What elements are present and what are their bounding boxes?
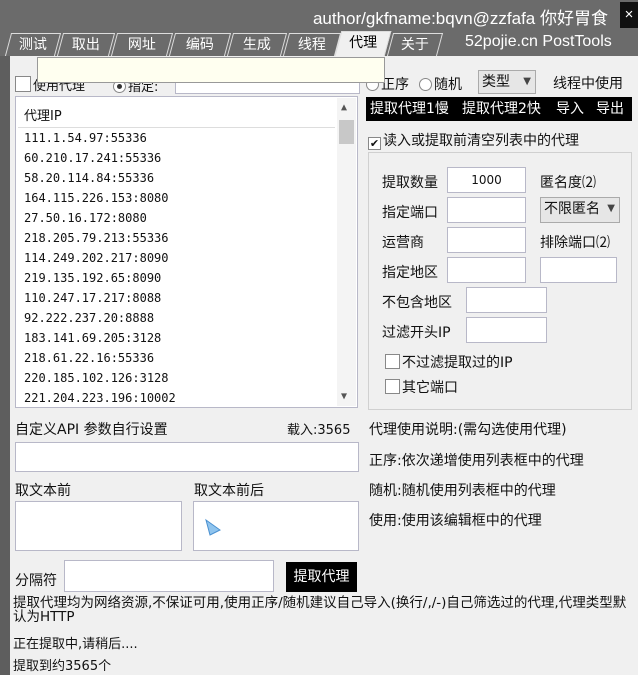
type-select[interactable]: 类型 ▼ <box>478 70 536 94</box>
random-label: 随机 <box>434 77 462 93</box>
list-item[interactable]: 164.115.226.153:8080 <box>24 191 169 205</box>
action-bar: 提取代理1慢 提取代理2快 导入 导出 <box>366 97 632 121</box>
count-label: 提取数量 <box>382 175 438 191</box>
list-item[interactable]: 60.210.17.241:55336 <box>24 151 161 165</box>
before-text-label: 取文本前 <box>15 483 71 499</box>
list-item[interactable]: 218.205.79.213:55336 <box>24 231 169 245</box>
tab-encode[interactable]: 编码 <box>168 33 232 56</box>
scrollbar[interactable]: ▲ ▼ <box>337 98 356 406</box>
loaded-count: 载入:3565 <box>287 423 351 438</box>
api-url-input[interactable] <box>15 442 359 472</box>
fetch-proxy-2-button[interactable]: 提取代理2快 <box>462 97 541 121</box>
tab-label: 编码 <box>185 37 214 53</box>
help-random: 随机:随机使用列表框中的代理 <box>369 483 556 499</box>
tab-label: 测试 <box>18 37 47 53</box>
status-text: 正在提取中,请稍后.... <box>13 637 138 652</box>
tab-label: 取出 <box>71 37 100 53</box>
anonymity-select-value: 不限匿名 <box>544 201 600 217</box>
proxy-list-header: 代理IP <box>24 109 62 124</box>
chevron-down-icon: ▼ <box>523 76 531 87</box>
tab-generate[interactable]: 生成 <box>226 33 288 56</box>
tab-thread[interactable]: 线程 <box>282 33 342 56</box>
api-label: 自定义API 参数自行设置 <box>15 422 168 438</box>
proxy-list[interactable]: 代理IP 111.1.54.97:55336 60.210.17.241:553… <box>15 96 358 408</box>
no-filter-label: 不过滤提取过的IP <box>402 355 513 371</box>
fetch-proxy-1-button[interactable]: 提取代理1慢 <box>370 97 449 121</box>
tab-label: 代理 <box>349 35 378 51</box>
thread-use-label: 线程中使用 <box>553 76 623 92</box>
order-label: 正序 <box>381 77 409 93</box>
isp-label: 运营商 <box>382 235 424 251</box>
list-item[interactable]: 114.249.202.217:8090 <box>24 251 169 265</box>
site-label: 52pojie.cn PostTools <box>465 33 612 50</box>
clear-before-label: 读入或提取前清空列表中的代理 <box>383 133 579 149</box>
help-title: 代理使用说明:(需勾选使用代理) <box>369 422 567 438</box>
filter-ip-input[interactable] <box>466 317 547 343</box>
exclude-port-input[interactable] <box>540 257 617 283</box>
list-item[interactable]: 110.247.17.217:8088 <box>24 291 161 305</box>
help-use: 使用:使用该编辑框中的代理 <box>369 513 542 529</box>
help-order: 正序:依次递增使用列表框中的代理 <box>369 453 584 469</box>
no-filter-checkbox[interactable]: 不过滤提取过的IP <box>385 352 513 372</box>
after-text-label: 取文本前后 <box>194 483 264 499</box>
list-item[interactable]: 219.135.192.65:8090 <box>24 271 161 285</box>
list-item[interactable]: 218.61.22.16:55336 <box>24 351 154 365</box>
port-input[interactable] <box>447 197 526 223</box>
list-item[interactable]: 183.141.69.205:3128 <box>24 331 161 345</box>
close-button[interactable]: × <box>620 2 638 28</box>
anonymity-label: 匿名度⑵ <box>540 175 596 191</box>
tab-url[interactable]: 网址 <box>110 33 174 56</box>
import-button[interactable]: 导入 <box>556 97 584 121</box>
tab-label: 网址 <box>127 37 156 53</box>
after-text-input[interactable] <box>193 501 359 551</box>
count-input[interactable]: 1000 <box>447 167 526 193</box>
tab-test[interactable]: 测试 <box>4 33 62 56</box>
separator-input[interactable] <box>64 560 274 592</box>
other-port-label: 其它端口 <box>402 380 458 396</box>
scrollbar-thumb[interactable] <box>339 120 354 144</box>
other-port-checkbox[interactable]: 其它端口 <box>385 377 458 397</box>
tab-bar: 测试 取出 网址 编码 生成 线程 代理 关于 52pojie.cn PostT… <box>0 30 638 56</box>
before-text-input[interactable] <box>15 501 182 551</box>
scroll-up-icon[interactable]: ▲ <box>341 102 347 113</box>
list-item[interactable]: 92.222.237.20:8888 <box>24 311 154 325</box>
export-button[interactable]: 导出 <box>596 97 624 121</box>
cursor-icon <box>205 518 221 536</box>
chevron-down-icon: ▼ <box>607 203 615 214</box>
list-item[interactable]: 220.185.102.126:3128 <box>24 371 169 385</box>
anonymity-select[interactable]: 不限匿名 ▼ <box>540 197 620 223</box>
region-input[interactable] <box>447 257 526 283</box>
list-item[interactable]: 111.1.54.97:55336 <box>24 131 147 145</box>
tab-label: 关于 <box>400 37 429 53</box>
list-item[interactable]: 58.20.114.84:55336 <box>24 171 154 185</box>
separator-label: 分隔符 <box>15 573 57 589</box>
fetch-proxy-button[interactable]: 提取代理 <box>286 562 357 592</box>
port-label: 指定端口 <box>382 205 438 221</box>
tab-label: 生成 <box>242 37 271 53</box>
exclude-region-label: 不包含地区 <box>382 295 452 311</box>
scroll-down-icon[interactable]: ▼ <box>341 391 347 402</box>
title-bar: author/gkfname:bqvn@zzfafa 你好胃食 × <box>0 0 638 30</box>
tooltip <box>37 57 385 83</box>
window-title: author/gkfname:bqvn@zzfafa 你好胃食 <box>312 9 608 28</box>
isp-input[interactable] <box>447 227 526 253</box>
clear-before-checkbox[interactable]: ✔ 读入或提取前清空列表中的代理 <box>368 130 579 150</box>
filter-ip-label: 过滤开头IP <box>382 325 451 341</box>
tab-about[interactable]: 关于 <box>386 33 444 56</box>
tab-proxy[interactable]: 代理 <box>334 31 392 56</box>
disclaimer-text: 提取代理均为网络资源,不保证可用,使用正序/随机建议自己导入(换行/,/-)自己… <box>13 595 627 625</box>
exclude-port-label: 排除端口⑵ <box>540 235 610 251</box>
type-select-value: 类型 <box>482 74 510 90</box>
result-text: 提取到约3565个 <box>13 659 112 674</box>
exclude-region-input[interactable] <box>466 287 547 313</box>
list-item[interactable]: 221.204.223.196:10002 <box>24 391 176 405</box>
random-radio[interactable]: 随机 <box>419 74 462 94</box>
tab-extract[interactable]: 取出 <box>56 33 116 56</box>
tab-label: 线程 <box>297 37 326 53</box>
list-item[interactable]: 27.50.16.172:8080 <box>24 211 147 225</box>
region-label: 指定地区 <box>382 265 438 281</box>
